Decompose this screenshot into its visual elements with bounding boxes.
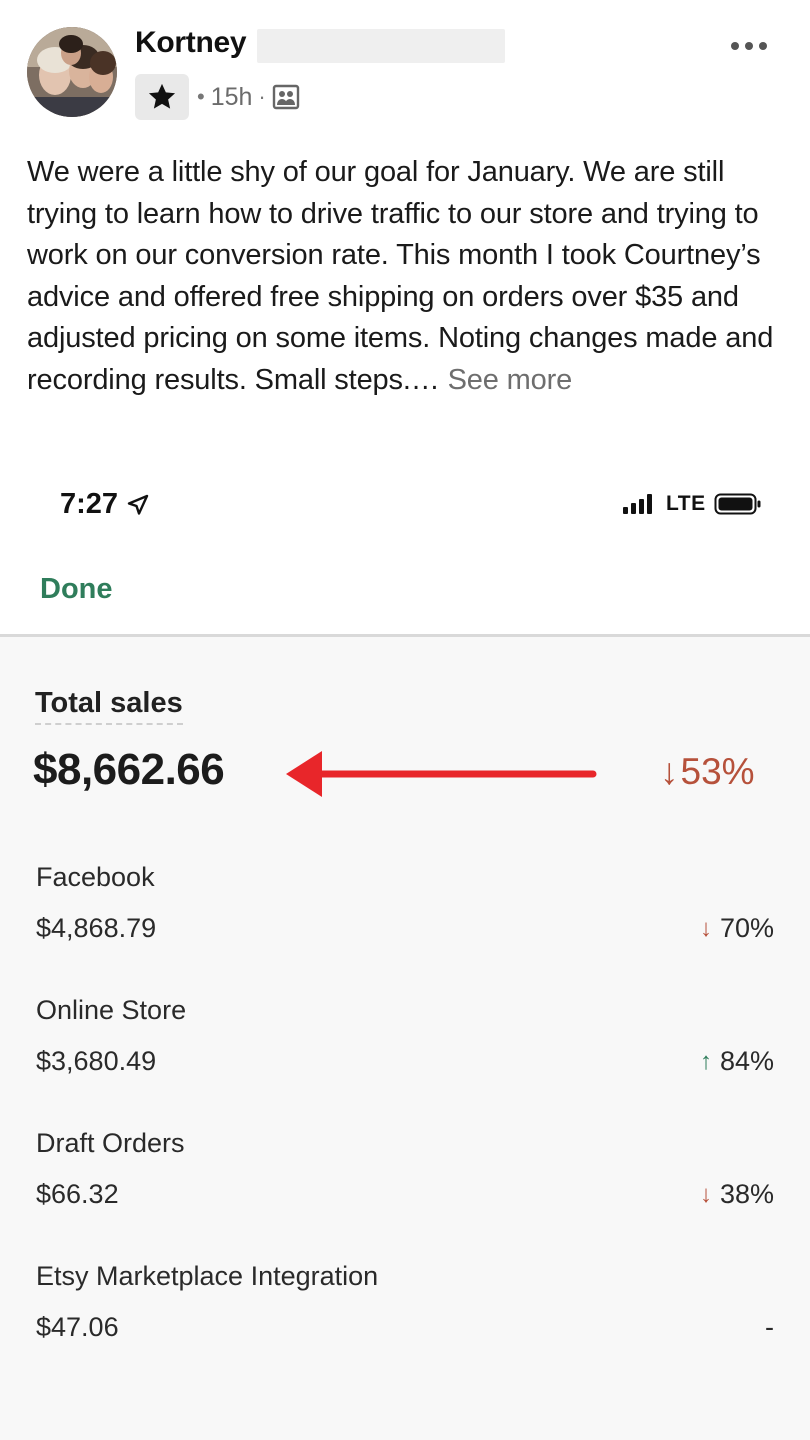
post-time[interactable]: 15h (211, 83, 253, 112)
network-type: LTE (666, 492, 706, 515)
post-meta: • 15h · (197, 80, 300, 114)
post-body-text: We were a little shy of our goal for Jan… (27, 156, 774, 396)
sales-channel-row: Online Store $3,680.49 ↑ 84% (0, 995, 810, 1105)
more-options-icon (731, 42, 739, 50)
done-button[interactable]: Done (40, 573, 113, 606)
channel-name: Online Store (36, 995, 187, 1025)
redacted-last-name (257, 29, 505, 63)
see-more-link[interactable]: See more (448, 364, 573, 396)
post-body: We were a little shy of our goal for Jan… (27, 152, 787, 402)
sales-panel: Total sales $8,662.66 ↓ 53% Facebook $4,… (0, 637, 810, 1440)
sales-channel-row: Etsy Marketplace Integration $47.06 - (0, 1261, 810, 1371)
channel-change: ↓ 38% (699, 1179, 774, 1209)
arrow-down-icon: ↓ (699, 914, 712, 942)
author-name[interactable]: Kortney (135, 26, 247, 60)
star-icon (148, 83, 176, 109)
group-icon (272, 84, 299, 110)
channel-name: Etsy Marketplace Integration (36, 1261, 379, 1291)
arrow-down-icon: ↓ (699, 1180, 712, 1208)
channel-amount: $3,680.49 (36, 1046, 157, 1076)
post-header: Kortney • 15h · (0, 0, 810, 140)
location-arrow-icon (127, 494, 149, 515)
total-sales-label[interactable]: Total sales (35, 687, 183, 725)
total-sales-change: ↓ 53% (660, 751, 755, 792)
channel-amount: $4,868.79 (36, 913, 157, 943)
annotation-arrow-icon (286, 751, 597, 797)
channel-amount: $66.32 (36, 1179, 119, 1209)
channel-change: ↓ 70% (699, 913, 774, 943)
more-options-button[interactable] (720, 26, 778, 66)
channel-change: - (765, 1312, 774, 1342)
channel-amount: $47.06 (36, 1312, 119, 1342)
channel-name: Draft Orders (36, 1128, 185, 1158)
channel-name: Facebook (36, 862, 155, 892)
signal-bars-icon (623, 494, 652, 514)
total-sales-value: $8,662.66 (33, 745, 225, 794)
arrow-up-icon: ↑ (699, 1047, 712, 1075)
channel-change: ↑ 84% (699, 1046, 774, 1076)
status-bar-indicators: LTE (622, 492, 762, 516)
status-bar-time: 7:27 (60, 488, 150, 521)
sales-channel-row: Facebook $4,868.79 ↓ 70% (0, 862, 810, 972)
avatar-photo-icon (27, 27, 117, 117)
arrow-down-icon: ↓ (660, 751, 679, 792)
battery-icon (714, 493, 761, 515)
avatar[interactable] (27, 27, 117, 117)
member-badge[interactable] (135, 74, 189, 120)
sales-channel-row: Draft Orders $66.32 ↓ 38% (0, 1128, 810, 1238)
